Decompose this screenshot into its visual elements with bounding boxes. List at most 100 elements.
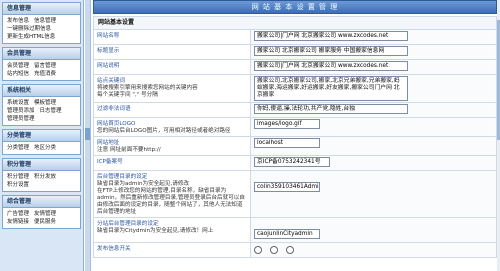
setting-description: 将被搜索引擎用来搜索您网站的关键内容 每个关键字间 "," 号分隔 (97, 85, 198, 98)
setting-row: 分站后台管理目录的设定 缺省目录为Citydmin为安全起见,请修改！网上 caoj… (93, 217, 497, 243)
sidebar-link[interactable]: 更新生成HTML信息 (7, 34, 55, 40)
publish-radio[interactable] (254, 246, 262, 254)
setting-input[interactable]: 搬家公司|门户网 北京搬家公司 www.zxcodes.net (254, 61, 408, 71)
sidebar-link[interactable]: 积分发放 (34, 174, 56, 180)
setting-description: 缺省目录为Citydmin为安全起见,请修改！网上 (97, 228, 214, 234)
setting-input[interactable]: images/logo.gif (254, 119, 320, 129)
sidebar-link[interactable]: 友情管理 (34, 211, 56, 217)
section-title: 网站基本设置 (93, 16, 497, 29)
sidebar-row: 发布信息 信息管理 (7, 17, 77, 25)
setting-input[interactable]: 京ICP备0753242341号 (254, 157, 330, 167)
sidebar-collapse-strip[interactable] (85, 0, 91, 271)
sidebar-group-title[interactable]: 系统相关 (3, 85, 80, 97)
setting-label: 站点关键词 (97, 78, 125, 84)
setting-value-cell: 搬家公司|门户网 北京搬家公司 www.zxcodes.net (250, 59, 497, 75)
sidebar-link[interactable]: 站内短信 (7, 71, 29, 77)
sidebar-group-title[interactable]: 信息管理 (3, 3, 80, 15)
sidebar-group: 综合管理 广告管理 友情管理 友情链接 便民服务 (2, 195, 81, 229)
sidebar-group-title[interactable]: 分类管理 (3, 130, 80, 142)
sidebar-link[interactable]: 积分管理 (7, 174, 29, 180)
setting-description: 您的网站后台LOGO图片，可用相对路径或者绝对路径 (97, 128, 231, 134)
sidebar-group-body: 会员管理 留言管理 站内短信 充值消费 (3, 60, 80, 80)
sidebar-link[interactable]: 友情链接 (7, 219, 29, 225)
setting-label-cell: 网站地址 注意 网址前面不要http:// (93, 136, 251, 156)
sidebar-link[interactable]: 发布信息 (7, 18, 29, 24)
setting-row: 过滤非法词语 你妈,傻逼,操,法轮功,共产党,隐姓,台独 (93, 102, 497, 118)
sidebar-link[interactable]: 会员管理 (7, 63, 29, 69)
setting-label-cell: 过滤非法词语 (93, 102, 251, 118)
setting-description: 注意 网址前面不要http:// (97, 147, 161, 153)
sidebar-row: 分类管理 地区分类 (7, 144, 77, 152)
sidebar-group-title[interactable]: 会员管理 (3, 48, 80, 60)
sidebar-row: 管理员管理 (7, 115, 77, 123)
sidebar-row: 友情链接 便民服务 (7, 218, 77, 226)
sidebar-link[interactable]: 信息管理 (34, 18, 56, 24)
setting-row: 发布信息开关 (93, 242, 497, 258)
setting-label-cell: ICP备案号 (93, 155, 251, 171)
setting-label-cell: 站点关键词 将被搜索引擎用来搜索您网站的关键内容 每个关键字间 "," 号分隔 (93, 74, 251, 103)
setting-label-cell: 网站说明 (93, 59, 251, 75)
setting-row: 网站名称 搬家公司|门户网 北京搬家公司 www.zxcodes.net (93, 29, 497, 45)
sidebar-row: 更新生成HTML信息 (7, 33, 77, 41)
sidebar-link[interactable]: 分类管理 (7, 145, 29, 151)
setting-label: 后台管理目录的设定 (97, 174, 148, 180)
publish-radio[interactable] (286, 246, 294, 254)
setting-row: 网站说明 搬家公司|门户网 北京搬家公司 www.zxcodes.net (93, 59, 497, 75)
setting-description: 缺省目录为admin为安全起见,请修改 在FTP上修改您的网站的管理,目录名称，… (97, 181, 245, 215)
setting-value-cell: colin359103461Admin (250, 170, 497, 218)
sidebar-group-body: 分类管理 地区分类 (3, 142, 80, 154)
publish-radio[interactable] (270, 246, 278, 254)
setting-label-cell: 标题显示 (93, 44, 251, 60)
sidebar-link[interactable]: 模板管理 (34, 100, 56, 106)
sidebar-link[interactable]: 管理员管理 (7, 116, 35, 122)
sidebar-link[interactable]: 地区分类 (34, 145, 56, 151)
sidebar-group: 信息管理 发布信息 信息管理 一键删除过期信息 更新生成HTML信息 (2, 2, 81, 44)
sidebar-link[interactable]: 一键删除过期信息 (7, 26, 51, 32)
setting-row: ICP备案号 京ICP备0753242341号 (93, 155, 497, 171)
settings-form: 网站基本设置 网站名称 搬家公司|门户网 北京搬家公司 www.zxcodes.n… (93, 16, 497, 258)
sidebar-group-body: 发布信息 信息管理 一键删除过期信息 更新生成HTML信息 (3, 15, 80, 43)
admin-app: 信息管理 发布信息 信息管理 一键删除过期信息 更新生成HTML信息 会员管理 会员管理 留言… (0, 0, 500, 271)
setting-row: 站点关键词 将被搜索引擎用来搜索您网站的关键内容 每个关键字间 "," 号分隔 搬家… (93, 74, 497, 103)
sidebar-group: 会员管理 会员管理 留言管理 站内短信 充值消费 (2, 47, 81, 81)
setting-input[interactable]: 你妈,傻逼,操,法轮功,共产党,隐姓,台独 (254, 104, 408, 114)
setting-input[interactable]: 搬家公司 北京搬家公司 搬家服务 中国搬家信息网 (254, 46, 408, 56)
sidebar-group: 系统相关 系统设置 模板管理 管理员添加 日志管理 管理员管理 (2, 84, 81, 126)
setting-input[interactable]: 搬家公司|门户网 北京搬家公司 www.zxcodes.net (254, 31, 408, 41)
sidebar-link[interactable]: 积分设置 (7, 182, 29, 188)
page-title: 网 站 基 本 设 置 管 理 (93, 0, 497, 14)
sidebar-row: 管理员添加 日志管理 (7, 107, 77, 115)
sidebar-group-title[interactable]: 综合管理 (3, 196, 80, 208)
sidebar-group-body: 系统设置 模板管理 管理员添加 日志管理 管理员管理 (3, 97, 80, 125)
setting-label: 网站地址 (97, 140, 120, 146)
sidebar-link[interactable]: 管理员添加 (7, 108, 35, 114)
sidebar-row: 系统设置 模板管理 (7, 99, 77, 107)
sidebar-link[interactable]: 日志管理 (40, 108, 62, 114)
sidebar: 信息管理 发布信息 信息管理 一键删除过期信息 更新生成HTML信息 会员管理 会员管理 留言… (0, 0, 84, 271)
setting-row: 标题显示 搬家公司 北京搬家公司 搬家服务 中国搬家信息网 (93, 44, 497, 60)
sidebar-row: 站内短信 充值消费 (7, 70, 77, 78)
setting-label: 网站首页LOGO (97, 121, 136, 127)
setting-input[interactable]: colin359103461Admin (254, 182, 320, 192)
sidebar-link[interactable]: 广告管理 (7, 211, 29, 217)
sidebar-link[interactable]: 留言管理 (34, 63, 56, 69)
sidebar-link[interactable]: 充值消费 (34, 71, 56, 77)
setting-value-cell: 京ICP备0753242341号 (250, 155, 497, 171)
collapse-handle[interactable] (85, 128, 90, 140)
sidebar-group-body: 广告管理 友情管理 友情链接 便民服务 (3, 208, 80, 228)
keywords-textarea[interactable]: 搬家公司,北京搬家公司,搬家,北京兄弟搬家,兄弟搬家,蚂蚁搬家,海运搬家,好运搬… (254, 76, 408, 101)
setting-value-cell (250, 242, 497, 258)
sidebar-link[interactable]: 系统设置 (7, 100, 29, 106)
setting-value-cell: 搬家公司 北京搬家公司 搬家服务 中国搬家信息网 (250, 44, 497, 60)
setting-label: 标题显示 (97, 48, 120, 54)
setting-value-cell: 搬家公司|门户网 北京搬家公司 www.zxcodes.net (250, 29, 497, 45)
setting-label-cell: 分站后台管理目录的设定 缺省目录为Citydmin为安全起见,请修改！网上 (93, 217, 251, 243)
main-content: 网 站 基 本 设 置 管 理 网站基本设置 网站名称 搬家公司|门户网 北京搬家… (93, 0, 497, 271)
setting-input[interactable]: localhost (254, 138, 320, 148)
setting-label: 过滤非法词语 (97, 106, 131, 112)
sidebar-group-title[interactable]: 积分管理 (3, 159, 80, 171)
setting-input[interactable]: caojunlinCityadmin (254, 229, 320, 239)
setting-label-cell: 后台管理目录的设定 缺省目录为admin为安全起见,请修改 在FTP上修改您的网站… (93, 170, 251, 218)
sidebar-link[interactable]: 便民服务 (34, 219, 56, 225)
setting-value-cell: caojunlinCityadmin (250, 217, 497, 243)
